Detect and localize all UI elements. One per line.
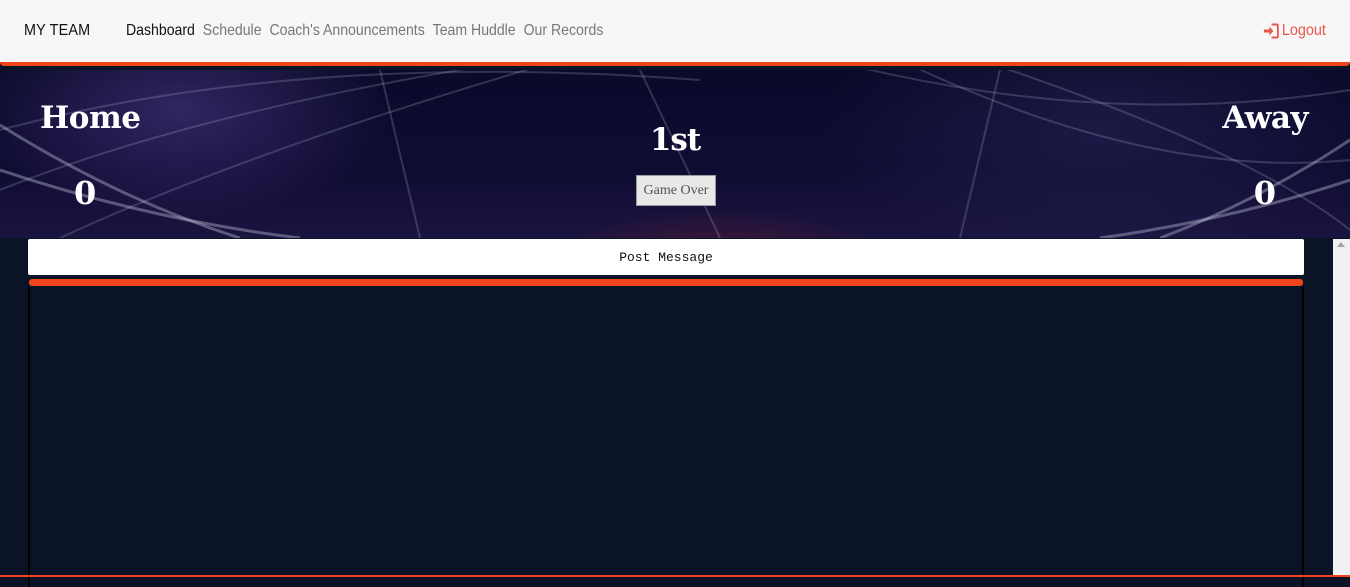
nav-link-announcements[interactable]: Coach's Announcements <box>269 22 424 40</box>
nav-link-schedule[interactable]: Schedule <box>203 22 262 40</box>
nav-links: Dashboard Schedule Coach's Announcements… <box>126 22 603 40</box>
logout-label: Logout <box>1281 22 1326 39</box>
game-over-button[interactable]: Game Over <box>636 175 716 206</box>
game-period: 1st <box>649 122 701 158</box>
sign-in-icon <box>1263 23 1279 39</box>
away-score: 0 <box>1253 174 1276 212</box>
nav-link-our-records[interactable]: Our Records <box>524 22 604 40</box>
scoreboard: Home Away 0 0 1st Game Over <box>0 70 1350 238</box>
post-message-button[interactable]: Post Message <box>28 239 1304 275</box>
scroll-up-arrow-icon[interactable] <box>1337 242 1345 247</box>
accent-divider <box>29 279 1303 286</box>
logout-button[interactable]: Logout <box>1263 22 1326 40</box>
nav-link-dashboard[interactable]: Dashboard <box>126 22 195 40</box>
top-navbar: MY TEAM Dashboard Schedule Coach's Annou… <box>0 0 1350 66</box>
brand-title[interactable]: MY TEAM <box>24 22 90 40</box>
home-score: 0 <box>74 174 97 212</box>
message-feed[interactable] <box>28 287 1304 587</box>
vertical-scrollbar[interactable] <box>1333 239 1350 577</box>
nav-link-team-huddle[interactable]: Team Huddle <box>433 22 516 40</box>
